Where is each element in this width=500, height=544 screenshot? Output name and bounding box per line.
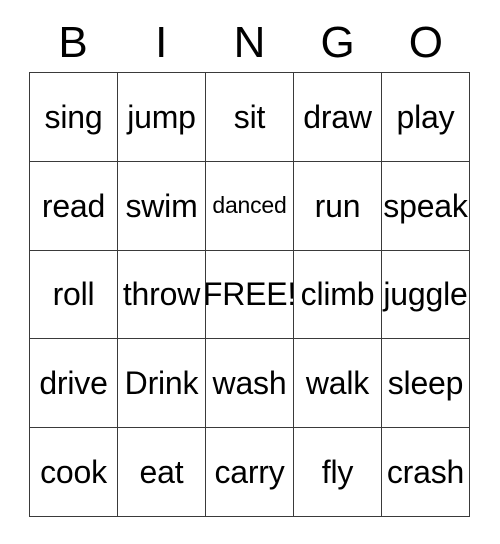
- bingo-cell-label: swim: [125, 187, 198, 224]
- bingo-cell[interactable]: run: [294, 161, 382, 251]
- bingo-cell[interactable]: speak: [382, 161, 470, 251]
- bingo-cell[interactable]: sing: [30, 73, 118, 162]
- bingo-cell-label: read: [41, 187, 106, 224]
- bingo-cell-label: climb: [300, 276, 375, 313]
- bingo-card: B I N G O sing jump sit draw play read s…: [29, 14, 470, 517]
- bingo-row: read swim danced run speak: [30, 161, 470, 251]
- bingo-cell-label: sleep: [387, 365, 464, 402]
- bingo-cell[interactable]: Drink: [118, 339, 206, 429]
- bingo-cell-label: cook: [40, 454, 107, 491]
- bingo-cell[interactable]: jump: [118, 73, 206, 162]
- bingo-header-letter-n: N: [233, 18, 266, 67]
- bingo-cell[interactable]: fly: [294, 428, 382, 517]
- bingo-cell-label: jump: [127, 98, 196, 135]
- bingo-cell[interactable]: climb: [294, 250, 382, 340]
- bingo-cell-label: juggle: [383, 276, 468, 313]
- bingo-cell[interactable]: drive: [30, 339, 118, 429]
- bingo-cell-label: drive: [39, 365, 108, 402]
- bingo-cell[interactable]: throw: [118, 250, 206, 340]
- bingo-row: drive Drink wash walk sleep: [30, 339, 470, 429]
- bingo-cell-label: throw: [122, 276, 201, 313]
- bingo-header-letter-b: B: [58, 18, 88, 67]
- bingo-cell-label: wash: [212, 365, 287, 402]
- bingo-header-letter-o: O: [408, 18, 443, 67]
- bingo-cell[interactable]: read: [30, 161, 118, 251]
- bingo-row: roll throw FREE! climb juggle: [30, 250, 470, 340]
- bingo-cell-label: danced: [212, 192, 287, 219]
- bingo-grid: sing jump sit draw play read swim danced…: [29, 72, 470, 517]
- bingo-header-row: B I N G O: [29, 14, 470, 72]
- bingo-cell[interactable]: swim: [118, 161, 206, 251]
- bingo-cell[interactable]: cook: [30, 428, 118, 517]
- bingo-cell[interactable]: roll: [30, 250, 118, 340]
- bingo-cell-label: FREE!: [206, 276, 294, 313]
- bingo-cell[interactable]: wash: [206, 339, 294, 429]
- bingo-cell[interactable]: juggle: [382, 250, 470, 340]
- bingo-cell-label: crash: [386, 454, 465, 491]
- bingo-cell[interactable]: crash: [382, 428, 470, 517]
- bingo-cell-label: fly: [321, 454, 354, 491]
- bingo-cell-label: sit: [233, 98, 266, 135]
- bingo-cell-label: run: [314, 187, 361, 224]
- bingo-cell[interactable]: carry: [206, 428, 294, 517]
- bingo-cell[interactable]: sit: [206, 73, 294, 162]
- bingo-cell[interactable]: walk: [294, 339, 382, 429]
- bingo-cell-label: speak: [383, 187, 468, 224]
- bingo-cell-label: play: [396, 98, 455, 135]
- bingo-header-letter-i: I: [155, 18, 168, 67]
- bingo-cell-free[interactable]: FREE!: [206, 250, 294, 340]
- bingo-row: sing jump sit draw play: [30, 73, 470, 162]
- bingo-row: cook eat carry fly crash: [30, 428, 470, 517]
- bingo-cell-label: eat: [139, 454, 184, 491]
- bingo-cell[interactable]: play: [382, 73, 470, 162]
- bingo-cell[interactable]: sleep: [382, 339, 470, 429]
- bingo-cell[interactable]: eat: [118, 428, 206, 517]
- bingo-header-letter-g: G: [320, 18, 355, 67]
- bingo-cell-label: Drink: [124, 365, 199, 402]
- bingo-cell-label: draw: [303, 98, 372, 135]
- bingo-cell-label: sing: [44, 98, 103, 135]
- bingo-cell-label: roll: [52, 276, 95, 313]
- bingo-cell-label: carry: [214, 454, 285, 491]
- bingo-cell-label: walk: [305, 365, 370, 402]
- bingo-cell[interactable]: danced: [206, 161, 294, 251]
- bingo-cell[interactable]: draw: [294, 73, 382, 162]
